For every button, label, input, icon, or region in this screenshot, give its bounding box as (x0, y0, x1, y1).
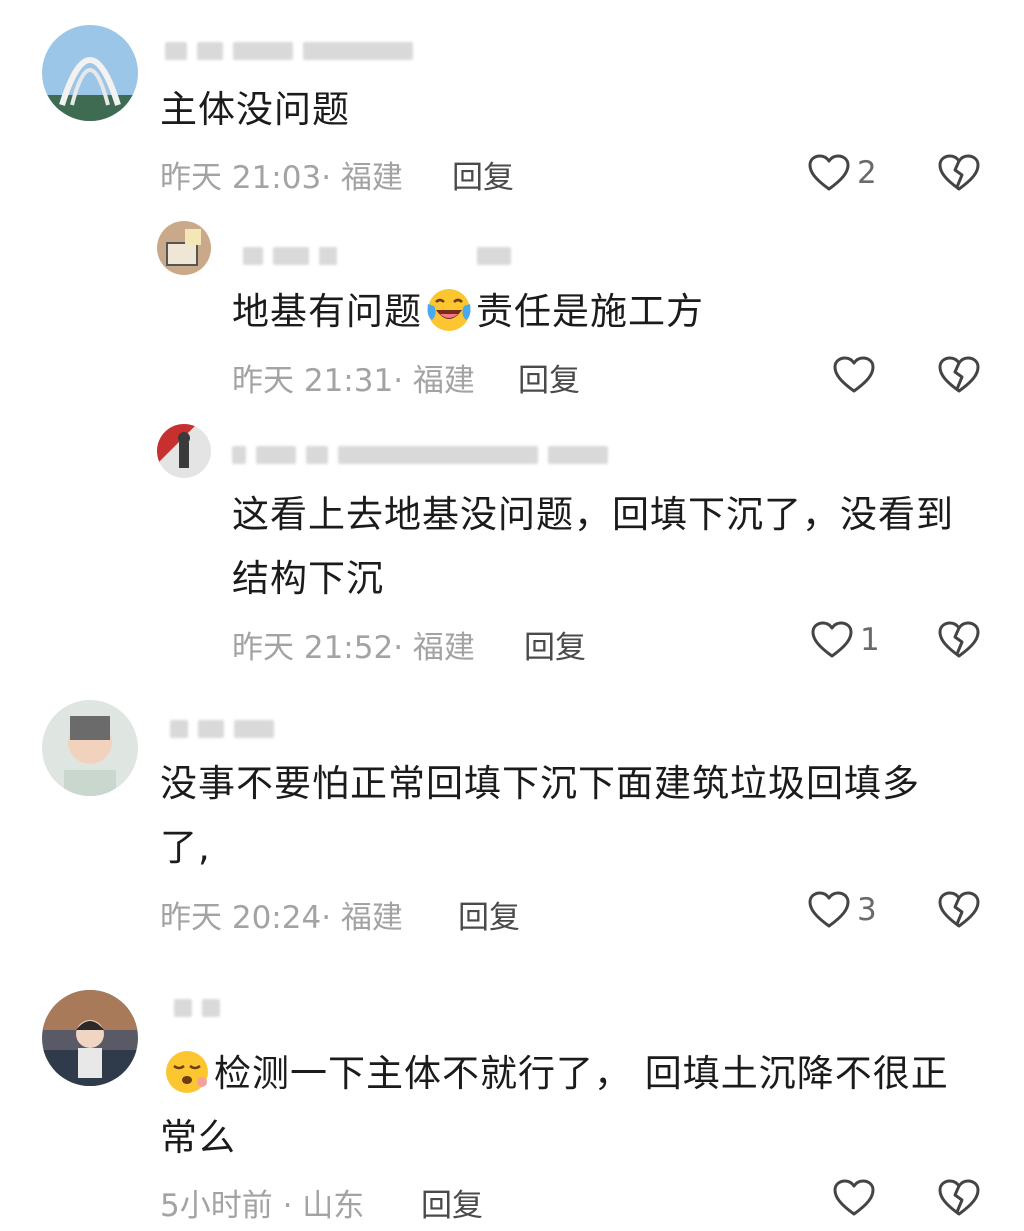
comment-item: 没事不要怕正常回填下沉下面建筑垃圾回填多 了, 昨天 20:24· 福建 回复 … (0, 700, 1024, 975)
comment-meta: 昨天 20:24· 福建 (160, 900, 403, 936)
username-blurred[interactable] (165, 38, 413, 64)
heart-outline-icon (807, 153, 851, 193)
reply-item: 地基有问题 责任是施工方 昨天 21:31· 福建 回复 (0, 200, 1024, 410)
dislike-button[interactable] (937, 620, 981, 660)
dislike-button[interactable] (937, 890, 981, 930)
username-blurred[interactable] (232, 442, 608, 468)
broken-heart-icon (937, 153, 981, 193)
like-button[interactable]: 3 (807, 890, 877, 930)
comment-meta: 昨天 21:03· 福建 (160, 160, 403, 196)
avatar[interactable] (157, 221, 211, 275)
comment-meta: 昨天 21:31· 福建 (232, 363, 475, 399)
comment-text: 这看上去地基没问题，回填下沉了，没看到 结构下沉 (232, 493, 954, 600)
broken-heart-icon (937, 620, 981, 660)
like-button[interactable]: 1 (810, 620, 880, 660)
broken-heart-icon (937, 1178, 981, 1218)
username-blurred[interactable] (170, 716, 274, 742)
heart-outline-icon (832, 1178, 876, 1218)
like-count: 2 (857, 155, 877, 191)
like-count: 3 (857, 892, 877, 928)
reply-button[interactable]: 回复 (518, 355, 580, 400)
comment-meta: 昨天 21:52· 福建 (232, 630, 475, 666)
dislike-button[interactable] (937, 355, 981, 395)
broken-heart-icon (937, 890, 981, 930)
heart-outline-icon (807, 890, 851, 930)
heart-outline-icon (810, 620, 854, 660)
like-count: 1 (860, 622, 880, 658)
comment-text: 检测一下主体不就行了， 回填土沉降不很正 常么 (160, 1042, 949, 1170)
reply-button[interactable]: 回复 (452, 152, 514, 197)
comment-meta: 5小时前 · 山东 (160, 1188, 365, 1224)
comment-item: 检测一下主体不就行了， 回填土沉降不很正 常么 5小时前 · 山东 回复 (0, 975, 1024, 1231)
broken-heart-icon (937, 355, 981, 395)
dislike-button[interactable] (937, 153, 981, 193)
avatar[interactable] (157, 424, 211, 478)
reply-button[interactable]: 回复 (524, 622, 586, 667)
avatar[interactable] (42, 25, 138, 121)
like-button[interactable] (832, 355, 876, 395)
like-button[interactable]: 2 (807, 153, 877, 193)
heart-outline-icon (832, 355, 876, 395)
reply-item: 这看上去地基没问题，回填下沉了，没看到 结构下沉 昨天 21:52· 福建 回复… (0, 410, 1024, 700)
dislike-button[interactable] (937, 1178, 981, 1218)
username-blurred[interactable] (174, 995, 220, 1021)
avatar[interactable] (42, 700, 138, 796)
laughing-crying-emoji (427, 289, 471, 331)
comment-text: 地基有问题 责任是施工方 (232, 280, 704, 344)
comment-item: 主体没问题 昨天 21:03· 福建 回复 2 (0, 0, 1024, 200)
like-button[interactable] (832, 1178, 876, 1218)
comment-text: 没事不要怕正常回填下沉下面建筑垃圾回填多 了, (160, 762, 920, 869)
reply-button[interactable]: 回复 (458, 892, 520, 937)
avatar[interactable] (42, 990, 138, 1086)
reply-button[interactable]: 回复 (421, 1180, 483, 1225)
username-blurred[interactable] (243, 243, 511, 269)
sleepy-face-emoji (166, 1051, 208, 1093)
comment-text: 主体没问题 (160, 88, 350, 131)
